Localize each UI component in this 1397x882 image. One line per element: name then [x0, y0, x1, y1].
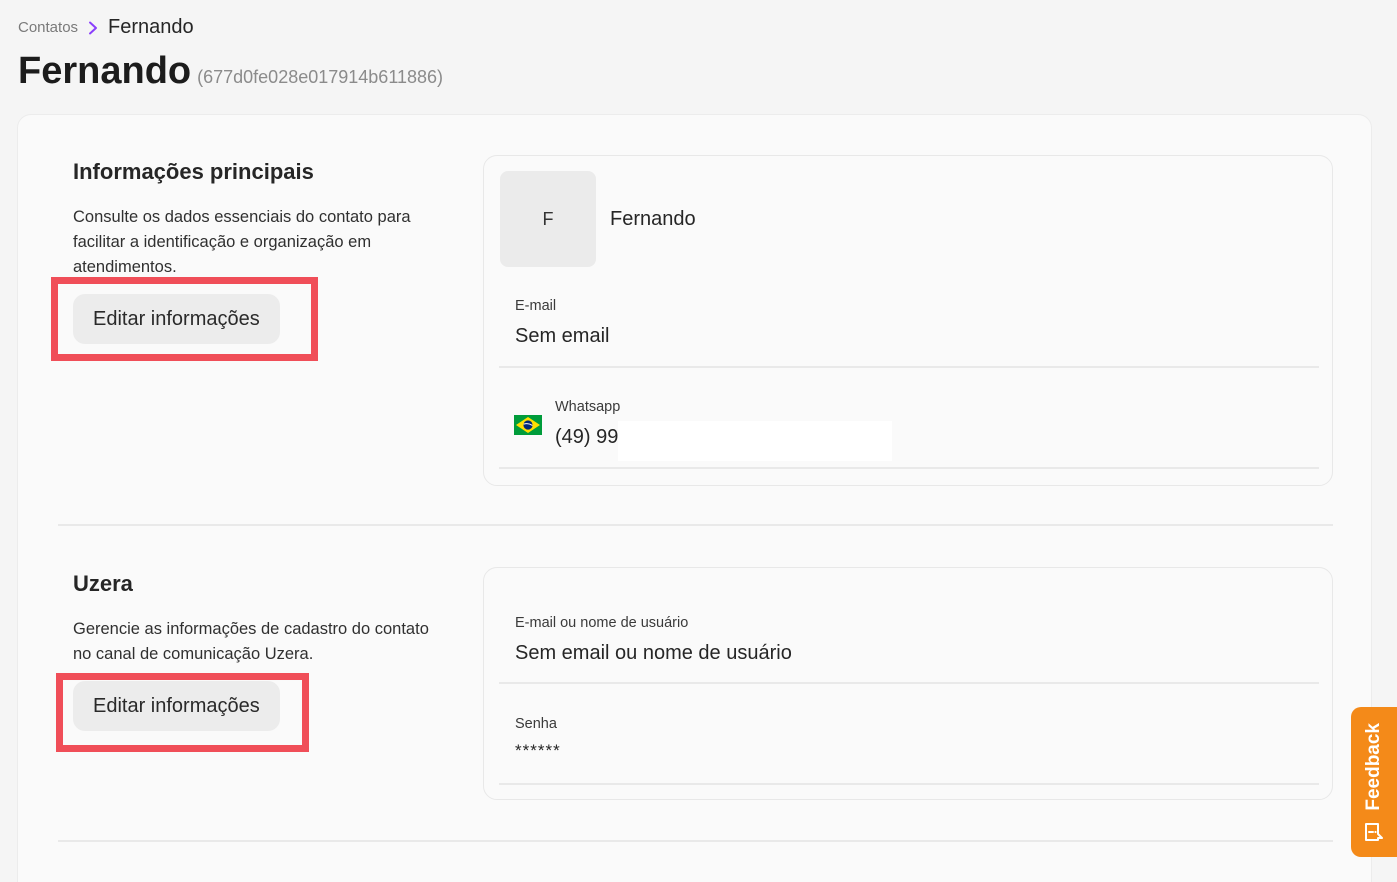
main-info-panel: F Fernando E-mail Sem email Whatsapp (49…: [483, 155, 1333, 486]
section-divider: [58, 524, 1333, 526]
brazil-flag-icon: [514, 415, 542, 435]
uzera-panel: E-mail ou nome de usuário Sem email ou n…: [483, 567, 1333, 800]
feedback-button[interactable]: Feedback: [1351, 707, 1397, 857]
whatsapp-value: (49) 99: [555, 426, 619, 448]
whatsapp-label: Whatsapp: [555, 399, 621, 415]
divider: [499, 783, 1319, 785]
uzera-title: Uzera: [73, 571, 133, 596]
phone-redaction: [618, 421, 892, 461]
main-info-description: Consulte os dados essenciais do contato …: [73, 208, 411, 276]
divider: [499, 682, 1319, 684]
feedback-label: Feedback: [1363, 723, 1384, 811]
contact-detail-page: Contatos Fernando Fernando (677d0fe028e0…: [0, 0, 1397, 882]
password-label: Senha: [515, 716, 557, 732]
main-info-title: Informações principais: [73, 159, 314, 184]
breadcrumb-contatos-link[interactable]: Contatos: [18, 19, 78, 36]
email-label: E-mail: [515, 298, 557, 314]
divider: [499, 366, 1319, 368]
breadcrumb-current: Fernando: [108, 16, 194, 38]
contact-name: Fernando: [610, 208, 696, 230]
username-value: Sem email ou nome de usuário: [515, 642, 792, 664]
edit-uzera-button[interactable]: Editar informações: [73, 681, 280, 731]
section-divider: [58, 840, 1333, 842]
email-value: Sem email: [515, 325, 610, 347]
avatar: F: [500, 171, 596, 267]
page-header: Fernando (677d0fe028e017914b611886): [18, 50, 443, 93]
avatar-initial: F: [542, 208, 554, 229]
chat-feedback-icon: [1365, 823, 1383, 841]
password-value: ******: [515, 741, 561, 760]
page-title: Fernando: [18, 50, 192, 92]
breadcrumb: Contatos Fernando: [18, 16, 194, 39]
uzera-description: Gerencie as informações de cadastro do c…: [73, 620, 429, 663]
edit-main-info-button[interactable]: Editar informações: [73, 294, 280, 344]
contact-card: Informações principais Consulte os dados…: [17, 114, 1372, 882]
chevron-right-icon: [89, 21, 98, 34]
divider: [499, 467, 1319, 469]
username-label: E-mail ou nome de usuário: [515, 615, 689, 631]
contact-id: (677d0fe028e017914b611886): [197, 67, 444, 87]
